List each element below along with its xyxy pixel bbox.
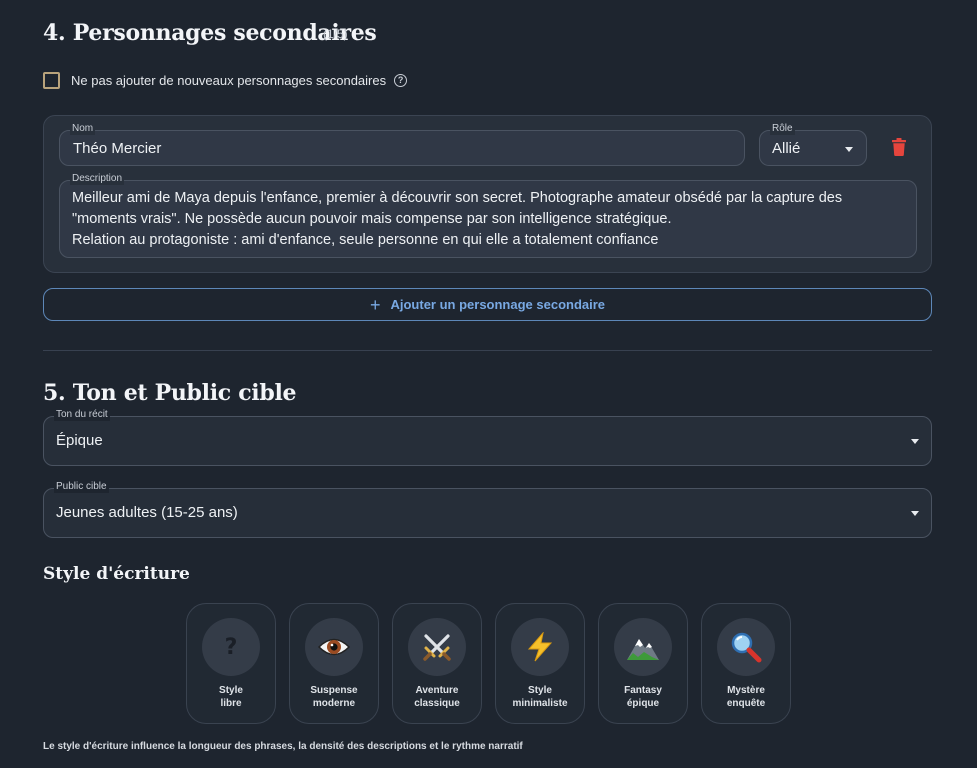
- tone-label: Ton du récit: [54, 409, 110, 421]
- crossed-swords-icon: [408, 618, 466, 676]
- question-icon: ?: [202, 618, 260, 676]
- writing-style-hint: Le style d'écriture influence la longueu…: [43, 741, 523, 752]
- magnifier-icon: [717, 618, 775, 676]
- target-audience-label: Public cible: [54, 481, 109, 493]
- name-value: Théo Mercier: [73, 140, 162, 157]
- style-option-libre[interactable]: ? Style libre: [186, 603, 276, 724]
- description-line: "moments vrais". Ne possède aucun pouvoi…: [72, 211, 672, 227]
- help-icon[interactable]: ?: [394, 74, 408, 87]
- character-count: (1/5): [323, 27, 348, 41]
- role-value: Allié: [772, 140, 801, 157]
- role-select[interactable]: Rôle Allié: [759, 123, 867, 166]
- description-line: Meilleur ami de Maya depuis l'enfance, p…: [72, 190, 843, 206]
- style-option-mystere[interactable]: Mystère enquête: [701, 603, 791, 724]
- target-audience-value: Jeunes adultes (15-25 ans): [56, 504, 238, 521]
- style-option-suspense[interactable]: Suspense moderne: [289, 603, 379, 724]
- writing-style-options: ? Style libre Suspense moderne Aventure …: [186, 603, 791, 724]
- section-divider: [43, 350, 932, 351]
- chevron-down-icon: [911, 511, 919, 516]
- writing-style-title: Style d'écriture: [43, 564, 190, 584]
- name-field[interactable]: Nom Théo Mercier: [59, 123, 745, 166]
- style-option-label: Suspense moderne: [310, 685, 358, 709]
- trash-icon[interactable]: [892, 138, 906, 156]
- chevron-down-icon: [911, 439, 919, 444]
- eye-icon: [305, 618, 363, 676]
- lightning-icon: [511, 618, 569, 676]
- section-title-tone-audience: 5. Ton et Public cible: [43, 380, 297, 406]
- mountain-icon: [614, 618, 672, 676]
- chevron-down-icon: [845, 147, 853, 152]
- style-option-minimaliste[interactable]: Style minimaliste: [495, 603, 585, 724]
- style-option-fantasy[interactable]: Fantasy épique: [598, 603, 688, 724]
- plus-icon: +: [369, 294, 381, 315]
- style-option-label: Fantasy épique: [624, 685, 662, 709]
- style-option-label: Style minimaliste: [512, 685, 568, 709]
- tone-select[interactable]: Ton du récit Épique: [43, 409, 932, 466]
- description-line: Relation au protagoniste : ami d'enfance…: [72, 232, 659, 248]
- target-audience-select[interactable]: Public cible Jeunes adultes (15-25 ans): [43, 481, 932, 538]
- no-new-characters-row[interactable]: Ne pas ajouter de nouveaux personnages s…: [43, 72, 408, 89]
- style-option-label: Aventure classique: [414, 685, 460, 709]
- description-field[interactable]: Description Meilleur ami de Maya depuis …: [59, 173, 917, 258]
- style-option-aventure[interactable]: Aventure classique: [392, 603, 482, 724]
- style-option-label: Style libre: [219, 685, 243, 709]
- name-label: Nom: [70, 123, 96, 135]
- secondary-character-card: Nom Théo Mercier Rôle Allié Description …: [43, 115, 932, 273]
- no-new-characters-checkbox[interactable]: [43, 72, 60, 89]
- tone-value: Épique: [56, 432, 103, 449]
- style-option-label: Mystère enquête: [726, 685, 766, 709]
- no-new-characters-label: Ne pas ajouter de nouveaux personnages s…: [71, 73, 387, 88]
- add-secondary-character-label: Ajouter un personnage secondaire: [390, 297, 606, 312]
- add-secondary-character-button[interactable]: + Ajouter un personnage secondaire: [43, 288, 932, 321]
- role-label: Rôle: [770, 123, 795, 135]
- description-label: Description: [70, 173, 125, 185]
- description-value: Meilleur ami de Maya depuis l'enfance, p…: [72, 188, 896, 251]
